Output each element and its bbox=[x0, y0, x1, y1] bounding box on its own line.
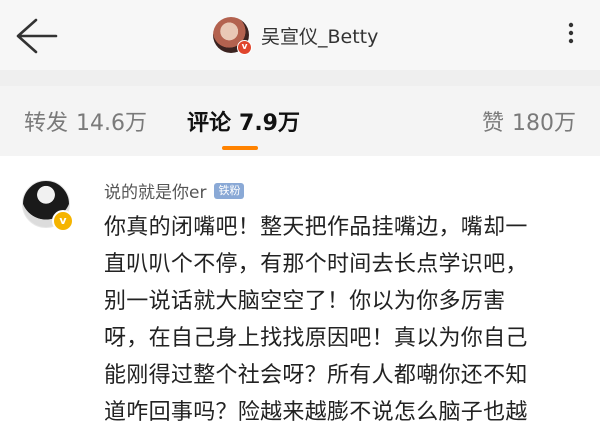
comment-line: 你真的闭嘴吧！整天把作品挂嘴边，嘴却一 bbox=[104, 215, 528, 240]
comment-line: 道咋回事吗？险越来越膨不说怎么脑子也越 bbox=[104, 400, 528, 425]
commenter-header: 说的就是你er 铁粉 bbox=[104, 178, 245, 203]
tab-repost[interactable]: 转发 14.6万 bbox=[24, 105, 147, 137]
avatar[interactable]: v bbox=[213, 17, 252, 55]
tab-repost-count: 14.6万 bbox=[76, 111, 148, 136]
comment-item: v 说的就是你er 铁粉 你真的闭嘴吧！整天把作品挂嘴边，嘴却一 直叭叭个不停，… bbox=[0, 156, 600, 425]
comment-line: 别一说话就大脑空空了！你以为你多厉害 bbox=[104, 289, 506, 314]
top-bar: v 吴宣仪_Betty bbox=[0, 0, 600, 70]
more-dots-icon[interactable] bbox=[560, 21, 582, 45]
divider bbox=[0, 70, 600, 86]
comment-text: 你真的闭嘴吧！整天把作品挂嘴边，嘴却一 直叭叭个不停，有那个时间去长点学识吧， … bbox=[104, 209, 584, 431]
tab-likes-count: 180万 bbox=[512, 111, 576, 136]
active-tab-indicator bbox=[222, 146, 258, 150]
tab-bar: 转发 14.6万 评论 7.9万 赞 180万 bbox=[0, 86, 600, 156]
back-arrow-icon[interactable] bbox=[14, 16, 58, 56]
comment-line: 直叭叭个不停，有那个时间去长点学识吧， bbox=[104, 252, 528, 277]
vip-badge-icon: v bbox=[52, 210, 74, 232]
header-user[interactable]: v 吴宣仪_Betty bbox=[213, 14, 378, 56]
verified-badge-icon: v bbox=[237, 40, 252, 55]
fan-badge: 铁粉 bbox=[214, 182, 245, 199]
tab-comments-label: 评论 bbox=[187, 111, 232, 136]
tab-likes[interactable]: 赞 180万 bbox=[482, 105, 576, 137]
tab-repost-label: 转发 bbox=[24, 111, 69, 136]
tab-comments-count: 7.9万 bbox=[239, 111, 300, 136]
tab-comments[interactable]: 评论 7.9万 bbox=[187, 105, 300, 137]
tab-likes-label: 赞 bbox=[481, 111, 504, 136]
comment-line: 呀，在自己身上找找原因吧！真以为你自己 bbox=[104, 326, 528, 351]
comment-line: 能刚得过整个社会呀？所有人都嘲你还不知 bbox=[104, 363, 528, 388]
commenter-name[interactable]: 说的就是你er bbox=[104, 178, 206, 203]
header-user-name: 吴宣仪_Betty bbox=[261, 25, 379, 48]
commenter-avatar[interactable]: v bbox=[22, 180, 74, 232]
